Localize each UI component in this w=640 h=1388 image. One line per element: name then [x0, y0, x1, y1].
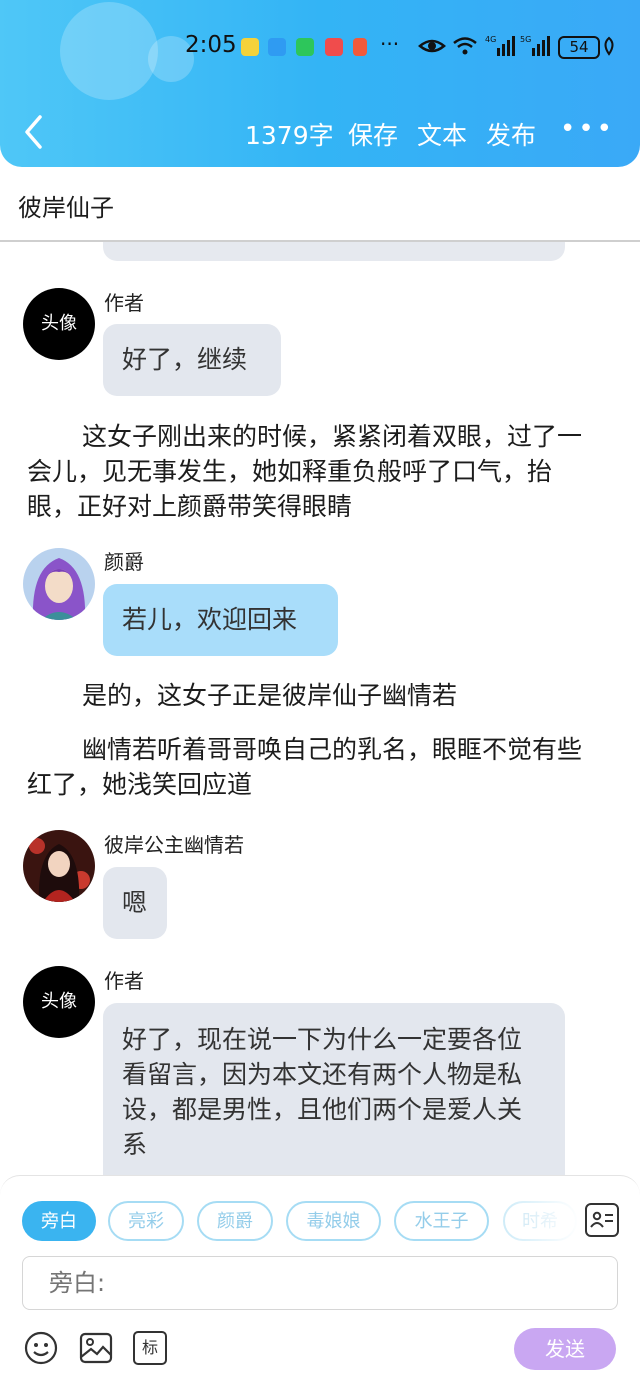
back-arrow-icon[interactable]	[22, 114, 46, 150]
narration-text[interactable]: 幽情若听着哥哥唤自己的乳名，眼眶不觉有些红了，她浅笑回应道	[27, 732, 597, 802]
role-chip-narrator[interactable]: 旁白	[22, 1201, 96, 1241]
message-bubble[interactable]: 好了，现在说一下为什么一定要各位看留言，因为本文还有两个人物是私设，都是男性，且…	[103, 1003, 565, 1175]
network-5g-label: 5G	[520, 35, 531, 44]
speaker-name: 作者	[104, 969, 144, 993]
text-button[interactable]: 文本	[417, 116, 467, 152]
narration-text[interactable]: 是的，这女子正是彼岸仙子幽情若	[27, 678, 597, 713]
tag-icon[interactable]: 标	[133, 1331, 167, 1365]
word-count: 1379字	[245, 121, 334, 150]
author-avatar[interactable]: 头像	[23, 288, 95, 360]
message-bubble[interactable]: 若儿，欢迎回来	[103, 584, 338, 656]
speaker-name: 颜爵	[104, 550, 144, 574]
eye-icon	[418, 39, 446, 53]
message-bubble[interactable]: 好了，继续	[103, 324, 281, 396]
message-input[interactable]	[22, 1256, 618, 1310]
role-card-icon[interactable]	[585, 1203, 619, 1237]
publish-button[interactable]: 发布	[486, 116, 536, 152]
yanjue-avatar[interactable]	[23, 548, 95, 620]
leaf-icon	[604, 36, 614, 56]
send-button[interactable]: 发送	[514, 1328, 616, 1370]
author-avatar[interactable]: 头像	[23, 966, 95, 1038]
previous-message-bubble[interactable]	[103, 242, 565, 261]
image-icon[interactable]	[79, 1331, 113, 1365]
speaker-name: 彼岸公主幽情若	[104, 833, 244, 857]
status-bar: 2:05 ··· 4G 5G 54	[0, 28, 640, 68]
alert-notification-icon	[353, 38, 367, 56]
message-bubble[interactable]: 嗯	[103, 867, 167, 939]
network-4g-label: 4G	[485, 35, 496, 44]
emoji-icon[interactable]	[24, 1331, 58, 1365]
role-chip[interactable]: 颜爵	[197, 1201, 273, 1241]
battery-indicator: 54	[558, 36, 600, 59]
speaker-name: 作者	[104, 291, 144, 315]
role-chip[interactable]: 水王子	[394, 1201, 489, 1241]
chip-scroll-fade	[500, 1196, 580, 1246]
role-chip[interactable]: 毒娘娘	[286, 1201, 381, 1241]
top-nav: 1379字 保存 文本 发布 •••	[0, 108, 640, 158]
app-notification-icon	[325, 38, 343, 56]
wechat-icon	[296, 38, 314, 56]
weibo-icon	[241, 38, 259, 56]
more-options-icon[interactable]: •••	[560, 114, 615, 144]
save-button[interactable]: 保存	[348, 116, 398, 152]
more-notifications-icon: ···	[380, 32, 400, 56]
app-header: 2:05 ··· 4G 5G 54 1379字 保存 文本 发布 •••	[0, 0, 640, 167]
status-time: 2:05	[185, 32, 237, 58]
signal-5g-icon: 5G	[520, 35, 550, 56]
signal-4g-icon: 4G	[485, 35, 515, 56]
wifi-icon	[453, 37, 477, 55]
role-chip[interactable]: 亮彩	[108, 1201, 184, 1241]
story-title[interactable]: 彼岸仙子	[18, 188, 114, 223]
princess-avatar[interactable]	[23, 830, 95, 902]
narration-text[interactable]: 这女子刚出来的时候，紧紧闭着双眼，过了一会儿，见无事发生，她如释重负般呼了口气，…	[27, 419, 597, 524]
message-icon	[268, 38, 286, 56]
